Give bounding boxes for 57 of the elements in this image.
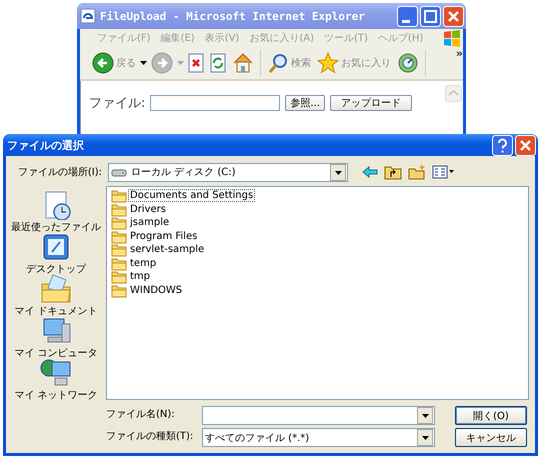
stop-button[interactable] (186, 52, 206, 74)
folder-name[interactable]: tmp (128, 270, 152, 284)
windows-flag-icon (441, 29, 463, 47)
folder-up-icon[interactable] (384, 164, 402, 180)
star-icon (317, 52, 339, 74)
folder-icon[interactable] (111, 282, 127, 298)
window-title: FileUpload - Microsoft Internet Explorer (100, 10, 365, 22)
file-path-field[interactable] (150, 95, 280, 111)
folder-name[interactable]: servlet-sample (128, 243, 206, 256)
folder-icon[interactable] (111, 269, 127, 284)
view-menu-icon[interactable] (432, 165, 454, 179)
folder-name[interactable]: Drivers (128, 202, 168, 216)
places-bar-item[interactable]: デスクトップ (26, 232, 86, 272)
folder-name[interactable]: WINDOWS (128, 284, 184, 297)
more-chevron[interactable]: » (456, 47, 463, 60)
places-bar-item[interactable]: マイ ネットワーク (14, 358, 98, 398)
places-bar-item[interactable]: マイ コンピュータ (14, 316, 98, 356)
field-label: ファイル: (89, 95, 146, 112)
dialog-title: ファイルの選択 (7, 138, 84, 152)
file-type-dropdown[interactable]: すべてのファイル (*.*) (202, 428, 435, 447)
minimize-icon[interactable] (397, 6, 418, 26)
folder-name[interactable]: Program Files (128, 230, 200, 243)
new-folder-icon[interactable] (408, 164, 426, 180)
field-label: ファイル名(N): (106, 408, 176, 422)
folder-document-icon (40, 274, 72, 304)
magnifier-icon (267, 52, 289, 74)
close-icon[interactable] (515, 134, 536, 156)
refresh-icon (210, 53, 226, 73)
folder-name[interactable]: temp (128, 256, 158, 270)
location-dropdown[interactable]: ローカル ディスク (C:) (108, 162, 348, 182)
folder-icon[interactable] (111, 202, 127, 217)
folder-icon[interactable] (111, 256, 127, 271)
scrollbar-up-icon (445, 85, 462, 102)
back-arrow-icon[interactable] (362, 165, 378, 179)
globe-computer-icon (40, 358, 72, 388)
close-icon[interactable] (443, 6, 464, 26)
field-label: ファイルの種類(T): (106, 430, 194, 444)
folder-icon[interactable] (111, 215, 127, 230)
places-bar-item[interactable]: マイ ドキュメント (14, 274, 98, 314)
folder-name[interactable]: Documents and Settings (128, 189, 256, 202)
media-icon (397, 52, 419, 74)
location-label: ファイルの場所(I): (16, 166, 102, 179)
folder-icon[interactable] (111, 242, 127, 258)
open-button[interactable]: 開く(O) (455, 406, 527, 425)
cancel-button[interactable]: キャンセル (455, 428, 527, 447)
stop-icon (188, 53, 204, 73)
upload-button[interactable]: アップロード (330, 95, 412, 111)
help-icon[interactable] (492, 134, 513, 156)
folder-name[interactable]: jsample (128, 216, 172, 230)
folder-icon[interactable] (111, 228, 127, 244)
dropdown-caret-icon[interactable] (140, 60, 147, 66)
refresh-button[interactable] (208, 52, 228, 74)
folder-icon[interactable] (111, 188, 127, 204)
house-icon (232, 52, 254, 74)
maximize-icon[interactable] (420, 6, 441, 26)
places-bar-item[interactable]: 最近使ったファイル (11, 190, 101, 230)
browse-button[interactable]: 参照... (285, 95, 325, 111)
